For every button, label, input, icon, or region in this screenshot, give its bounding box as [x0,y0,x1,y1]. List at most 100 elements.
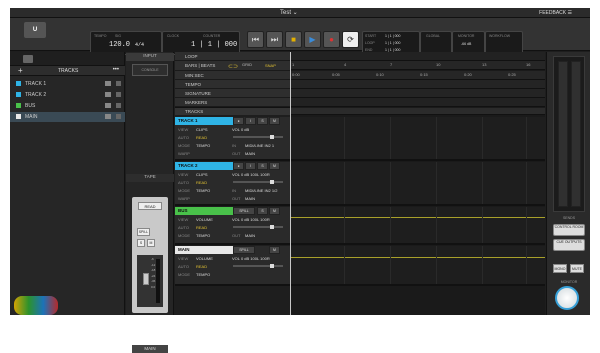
solo-button[interactable]: S [257,207,268,215]
volume-automation-line[interactable] [290,257,545,258]
slider-knob[interactable] [270,180,274,184]
volume-slider[interactable] [233,135,283,139]
record-arm-button[interactable]: ● [233,162,244,170]
input-monitor-button[interactable]: I [245,117,256,125]
sig-value[interactable]: 4/4 [135,42,144,48]
visibility-icon[interactable] [116,92,121,97]
grid-label[interactable]: GRID [242,62,252,67]
vol-value[interactable]: VOL 0 dB 100L 100R [232,172,270,177]
auto-value[interactable]: READ [196,225,207,230]
visibility-icon[interactable] [116,114,121,119]
prop-bars-beats[interactable]: BARS | BEATS ⊂⊃ GRID SNAP [175,61,290,71]
sidebar-item-track-2[interactable]: TRACK 2 [10,90,125,100]
sidebar-item-main[interactable]: MAIN [10,112,125,122]
auto-value[interactable]: READ [196,135,207,140]
visibility-icon[interactable] [116,103,121,108]
vol-value[interactable]: VOL 0 dB 100L 100R [232,217,270,222]
mute-button[interactable]: M [269,207,280,215]
mute-button[interactable]: M [269,117,280,125]
playhead[interactable] [290,52,291,315]
visibility-icon[interactable] [116,81,121,86]
auto-value[interactable]: READ [196,180,207,185]
out-value[interactable]: MAIN [245,196,255,201]
link-icon[interactable]: ⊂⊃ [228,63,238,70]
spill-button[interactable]: SPILL [137,228,150,236]
play-button[interactable]: ▶ [304,31,321,48]
volume-slider[interactable] [233,180,283,184]
stop-button[interactable]: ■ [285,31,302,48]
out-value[interactable]: MAIN [245,233,255,238]
track-name[interactable]: TRACK 1 [175,117,233,125]
spill-button[interactable]: SPILL [233,246,255,254]
out-value[interactable]: MAIN [245,151,255,156]
track-1-lane[interactable] [290,117,545,161]
loop-loop-value[interactable]: 1 | 1 | 000 [385,41,400,45]
mode-value[interactable]: TEMPO [196,272,210,277]
tempo-lane[interactable] [290,80,545,89]
monitor-db[interactable]: -66 dB [461,42,471,46]
record-arm-button[interactable]: ● [233,117,244,125]
automation-read-button[interactable]: READ [138,202,162,210]
slider-knob[interactable] [270,225,274,229]
mute-button[interactable]: M [147,239,155,247]
mono-button[interactable]: MONO [553,264,567,273]
solo-button[interactable]: S [257,117,268,125]
loop-ruler[interactable] [290,52,545,61]
prop-min-sec[interactable]: MIN:SEC [175,71,290,80]
view-value[interactable]: CLIPS [196,172,208,177]
mute-all-button[interactable]: MUTE [570,264,584,273]
feedback-button[interactable]: FEEDBACK ☰ [539,10,572,16]
bus-lane[interactable] [290,207,545,245]
track-name[interactable]: BUS [175,207,233,215]
track-name[interactable]: TRACK 2 [175,162,233,170]
signature-lane[interactable] [290,89,545,98]
volume-automation-line[interactable] [290,217,545,218]
track-name[interactable]: MAIN [175,246,233,254]
mode-value[interactable]: TEMPO [196,188,210,193]
spill-button[interactable]: SPILL [233,207,255,215]
track-bus[interactable]: BUS SPILL S M VIEW VOLUME VOL 0 dB 100L 1… [175,207,290,245]
slider-knob[interactable] [270,264,274,268]
mode-value[interactable]: TEMPO [196,233,210,238]
control-room-button[interactable]: CONTROL ROOM [553,224,585,236]
solo-button[interactable]: S [137,239,145,247]
track-track-1[interactable]: TRACK 1 ● I S M VIEW CLIPS VOL 0 dB AUTO R… [175,117,290,161]
loop-button[interactable]: ⟳ [342,31,359,48]
record-button[interactable]: ● [323,31,340,48]
prop-loop[interactable]: LOOP [175,52,290,61]
browser-icon[interactable] [23,55,33,63]
slider-knob[interactable] [270,135,274,139]
timeline-area[interactable]: 1 4 7 10 13 16 0:00 0:05 0:10 0:15 0:20 … [290,52,545,315]
mute-button[interactable]: M [269,246,280,254]
mute-button[interactable]: M [269,162,280,170]
add-track-button[interactable]: + [18,66,23,75]
track-track-2[interactable]: TRACK 2 ● I S M VIEW CLIPS VOL 0 dB 100L … [175,162,290,206]
fast-forward-button[interactable]: ⏭ [266,31,283,48]
tempo-value[interactable]: 120.0 [109,41,130,49]
prop-markers[interactable]: MARKERS [175,98,290,107]
sidebar-item-bus[interactable]: BUS [10,101,125,111]
console-box[interactable]: CONSOLE [132,64,168,76]
loop-start-value[interactable]: 1 | 1 | 000 [385,34,400,38]
input-monitor-button[interactable]: I [245,162,256,170]
tracks-menu-icon[interactable]: ••• [113,67,119,73]
vol-value[interactable]: VOL 0 dB 100L 100R [232,256,270,261]
view-value[interactable]: VOLUME [196,217,213,222]
view-value[interactable]: CLIPS [196,127,208,132]
view-value[interactable]: VOLUME [196,256,213,261]
in-value[interactable]: MIDI/LINE IN2 1/2 [245,188,277,193]
cue-outputs-button[interactable]: CUE OUTPUTS [553,239,585,251]
markers-lane[interactable] [290,98,545,107]
main-lane[interactable] [290,246,545,286]
rewind-button[interactable]: ⏮ [247,31,264,48]
track-main[interactable]: MAIN SPILL M VIEW VOLUME VOL 0 dB 100L 10… [175,246,290,286]
vol-value[interactable]: VOL 0 dB [232,127,249,132]
session-title[interactable]: Test ⌄ [280,9,298,16]
sidebar-item-track-1[interactable]: TRACK 1 [10,79,125,89]
snap-label[interactable]: SNAP [265,63,276,68]
volume-slider[interactable] [233,264,283,268]
bars-ruler[interactable]: 1 4 7 10 13 16 [290,61,545,70]
counter-value[interactable]: 1 | 1 | 000 [191,41,237,49]
fader-cap[interactable] [143,273,149,285]
in-value[interactable]: MIDI/LINE IN2 1 [245,143,274,148]
